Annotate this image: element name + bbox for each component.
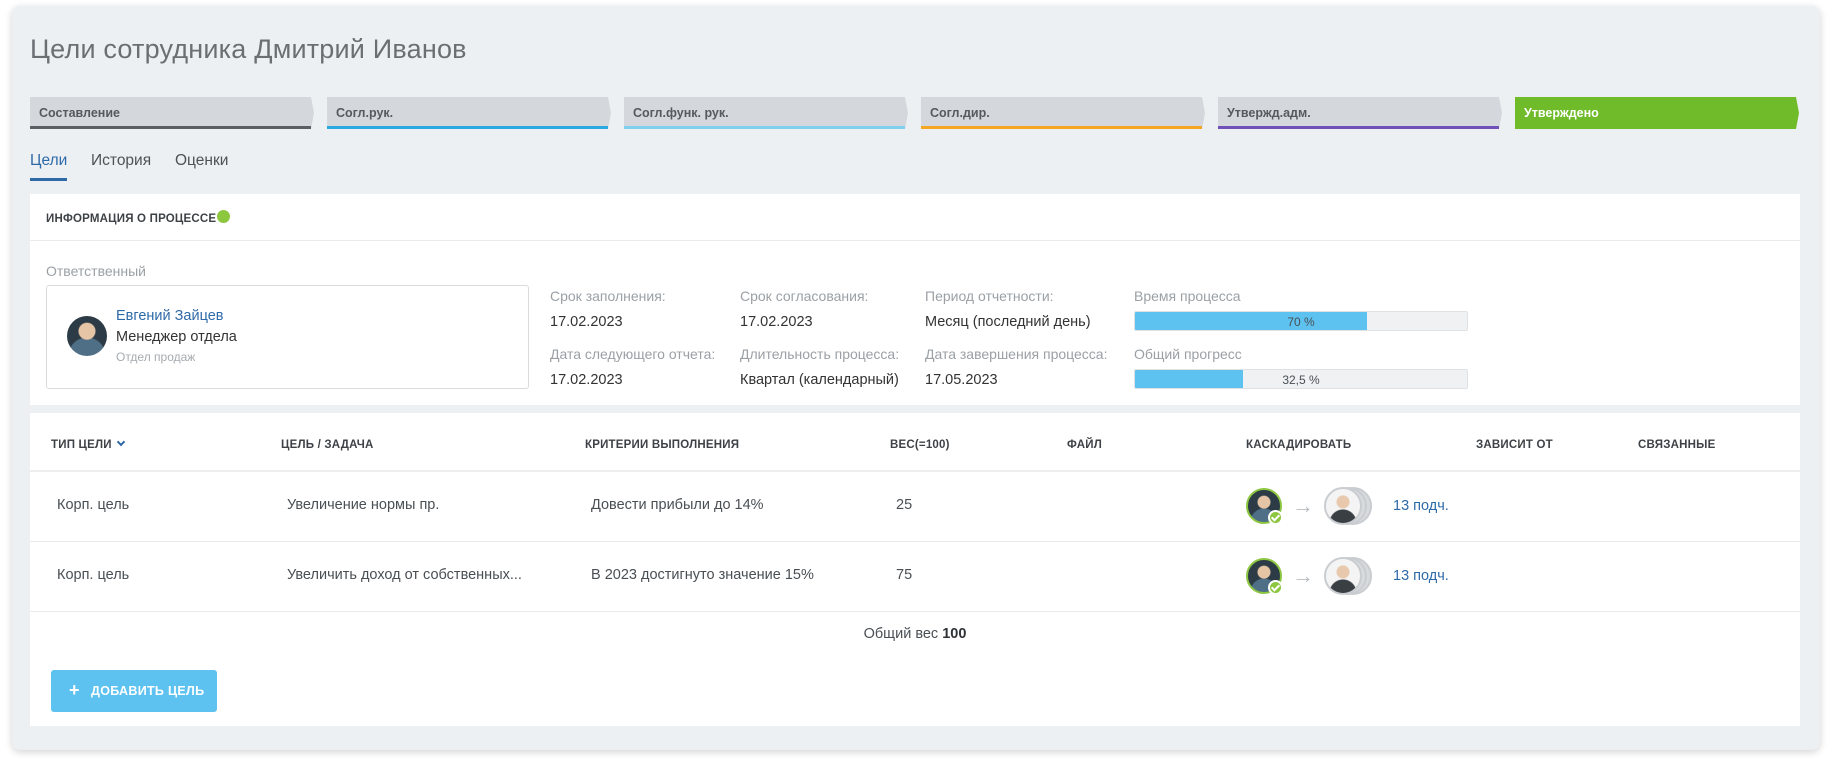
stage-label: Согл.рук. <box>336 106 394 120</box>
responsible-card: Евгений Зайцев Менеджер отдела Отдел про… <box>46 285 529 389</box>
process-time-label: Время процесса <box>1134 288 1241 304</box>
column-header-criteria: КРИТЕРИИ ВЫПОЛНЕНИЯ <box>585 439 740 451</box>
subordinates-avatar-stack[interactable] <box>1324 557 1372 595</box>
stage-drafting[interactable]: Составление <box>30 97 314 129</box>
overall-progress-label: Общий прогресс <box>1134 346 1242 362</box>
responsible-department: Отдел продаж <box>116 350 196 364</box>
stage-label: Утверждено <box>1524 106 1599 120</box>
responsible-name-link[interactable]: Евгений Зайцев <box>116 308 223 324</box>
process-time-progress: 70 % <box>1134 311 1468 331</box>
column-header-type[interactable]: ТИП ЦЕЛИ <box>51 437 126 451</box>
add-goal-button[interactable]: + ДОБАВИТЬ ЦЕЛЬ <box>51 670 217 712</box>
process-end-date-label: Дата завершения процесса: <box>925 346 1108 362</box>
column-header-goal: ЦЕЛЬ / ЗАДАЧА <box>281 439 374 451</box>
column-header-cascade: КАСКАДИРОВАТЬ <box>1246 439 1352 451</box>
total-weight-label: Общий вес <box>863 626 939 642</box>
page-title: Цели сотрудника Дмитрий Иванов <box>30 34 467 64</box>
stage-progress: Составление Согл.рук. Согл.функ. рук. Со… <box>30 97 1810 129</box>
stage-label: Составление <box>39 106 120 120</box>
total-weight-value: 100 <box>942 626 967 642</box>
responsible-position: Менеджер отдела <box>116 329 237 345</box>
stage-approved[interactable]: Утверждено <box>1515 97 1799 129</box>
tab-goals[interactable]: Цели <box>30 152 68 181</box>
goals-window: Цели сотрудника Дмитрий Иванов Составлен… <box>12 6 1820 750</box>
next-report-date-value: 17.02.2023 <box>550 372 623 388</box>
chevron-down-icon[interactable] <box>116 437 126 447</box>
fill-deadline-label: Срок заполнения: <box>550 288 666 304</box>
stage-indicator <box>624 126 905 129</box>
goal-type-cell: Корп. цель <box>57 497 130 513</box>
weight-cell: 25 <box>896 497 913 513</box>
stage-label: Согл.функ. рук. <box>633 106 729 120</box>
table-row[interactable]: Корп. цель Увеличение нормы пр. Довести … <box>30 472 1800 542</box>
process-duration-label: Длительность процесса: <box>740 346 900 362</box>
check-icon <box>1268 580 1283 595</box>
avatar[interactable] <box>67 316 107 356</box>
stage-indicator <box>1218 126 1499 129</box>
tab-history[interactable]: История <box>91 152 151 178</box>
stage-label: Согл.дир. <box>930 106 990 120</box>
arrow-right-icon: → <box>1292 493 1314 518</box>
progress-text: 70 % <box>1287 315 1315 329</box>
column-header-depends: ЗАВИСИТ ОТ <box>1476 439 1553 451</box>
column-header-label: ТИП ЦЕЛИ <box>51 439 112 451</box>
add-goal-label: ДОБАВИТЬ ЦЕЛЬ <box>91 684 205 698</box>
stage-indicator <box>327 126 608 129</box>
avatar <box>1324 487 1362 525</box>
weight-cell: 75 <box>896 567 913 583</box>
process-info-panel: ИНФОРМАЦИЯ О ПРОЦЕССЕ Ответственный Евге… <box>30 194 1800 405</box>
approval-deadline-label: Срок согласования: <box>740 288 869 304</box>
subordinates-link[interactable]: 13 подч. <box>1393 568 1449 584</box>
column-header-weight: ВЕС(=100) <box>890 439 950 451</box>
divider <box>30 240 1800 241</box>
goal-name-cell[interactable]: Увеличить доход от собственных... <box>287 567 522 583</box>
total-weight: Общий вес 100 <box>30 626 1800 642</box>
stage-admin-approval[interactable]: Утвержд.адм. <box>1218 97 1502 129</box>
stage-indicator <box>30 126 311 129</box>
plus-icon: + <box>69 680 80 700</box>
status-indicator-icon <box>217 210 230 223</box>
subordinates-avatar-stack[interactable] <box>1324 487 1372 525</box>
fill-deadline-value: 17.02.2023 <box>550 314 623 330</box>
column-header-file: ФАЙЛ <box>1067 439 1102 451</box>
criteria-cell: Довести прибыли до 14% <box>591 497 764 513</box>
stage-manager-approval[interactable]: Согл.рук. <box>327 97 611 129</box>
overall-progress-bar: 32,5 % <box>1134 369 1468 389</box>
goals-table-panel: ТИП ЦЕЛИ ЦЕЛЬ / ЗАДАЧА КРИТЕРИИ ВЫПОЛНЕН… <box>30 413 1800 726</box>
stage-functional-approval[interactable]: Согл.функ. рук. <box>624 97 908 129</box>
reporting-period-label: Период отчетности: <box>925 288 1054 304</box>
process-info-heading: ИНФОРМАЦИЯ О ПРОЦЕССЕ <box>46 213 217 225</box>
stage-director-approval[interactable]: Согл.дир. <box>921 97 1205 129</box>
avatar <box>1324 557 1362 595</box>
stage-label: Утвержд.адм. <box>1227 106 1311 120</box>
criteria-cell: В 2023 достигнуто значение 15% <box>591 567 814 583</box>
column-header-related: СВЯЗАННЫЕ <box>1638 439 1716 451</box>
responsible-label: Ответственный <box>46 263 146 279</box>
tab-ratings[interactable]: Оценки <box>175 152 228 178</box>
check-icon <box>1268 510 1283 525</box>
arrow-right-icon: → <box>1292 563 1314 588</box>
goal-type-cell: Корп. цель <box>57 567 130 583</box>
next-report-date-label: Дата следующего отчета: <box>550 346 716 362</box>
reporting-period-value: Месяц (последний день) <box>925 314 1091 330</box>
progress-text: 32,5 % <box>1282 373 1320 387</box>
approval-deadline-value: 17.02.2023 <box>740 314 813 330</box>
stage-indicator <box>921 126 1202 129</box>
process-end-date-value: 17.05.2023 <box>925 372 998 388</box>
process-duration-value: Квартал (календарный) <box>740 372 899 388</box>
subordinates-link[interactable]: 13 подч. <box>1393 498 1449 514</box>
goal-name-cell[interactable]: Увеличение нормы пр. <box>287 497 439 513</box>
table-row[interactable]: Корп. цель Увеличить доход от собственны… <box>30 542 1800 612</box>
